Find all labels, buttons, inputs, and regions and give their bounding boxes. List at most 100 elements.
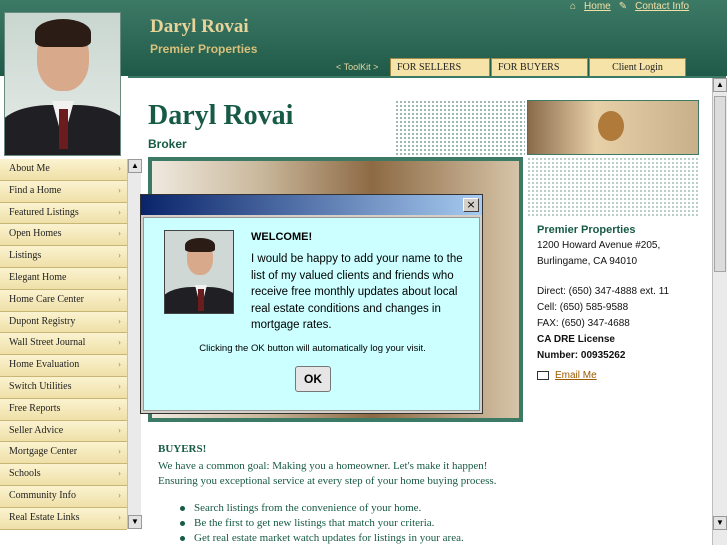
sidebar-item[interactable]: Featured Listings ›: [0, 202, 127, 225]
chevron-right-icon: ›: [118, 315, 121, 326]
scroll-up-icon[interactable]: ▲: [713, 78, 727, 92]
sidebar-nav: About Me › Find a Home › Featured Listings › O…: [0, 159, 127, 530]
sidebar-item-label: Listings: [9, 250, 42, 262]
chevron-right-icon: ›: [118, 228, 121, 239]
main-scrollbar[interactable]: ▲ ▼: [712, 78, 727, 545]
sidebar-item[interactable]: Real Estate Links ›: [0, 507, 127, 530]
sidebar-item-label: Home Evaluation: [9, 359, 80, 371]
page-title: Daryl Rovai: [148, 100, 294, 131]
buyers-heading: BUYERS!: [158, 443, 207, 455]
sidebar-item[interactable]: Elegant Home ›: [0, 267, 127, 290]
contact-fax: FAX: (650) 347-4688: [537, 318, 630, 329]
sidebar-item[interactable]: Home Care Center ›: [0, 289, 127, 312]
chevron-right-icon: ›: [118, 184, 121, 195]
ok-button[interactable]: OK: [295, 366, 331, 392]
sidebar-item[interactable]: Switch Utilities ›: [0, 376, 127, 399]
sidebar-item[interactable]: Listings ›: [0, 246, 127, 268]
dialog-body: WELCOME! I would be happy to add your na…: [143, 217, 480, 411]
header-agent-name: Daryl Rovai: [150, 16, 249, 37]
sidebar-item-label: Real Estate Links: [9, 511, 80, 523]
buyers-section: BUYERS! We have a common goal: Making yo…: [158, 442, 496, 546]
sidebar-item[interactable]: Open Homes ›: [0, 224, 127, 247]
sidebar-item[interactable]: Find a Home ›: [0, 180, 127, 203]
toolkit-link[interactable]: < ToolKit >: [336, 62, 378, 72]
dialog-note: Clicking the OK button will automaticall…: [199, 343, 426, 354]
tab-client-login[interactable]: Client Login: [589, 58, 686, 77]
sidebar-item-label: Community Info: [9, 489, 76, 501]
sidebar-item[interactable]: Schools ›: [0, 464, 127, 486]
sidebar-item-label: About Me: [9, 163, 50, 174]
close-icon[interactable]: ×: [463, 198, 479, 212]
sidebar-item[interactable]: Seller Advice ›: [0, 420, 127, 443]
sidebar-item-label: Switch Utilities: [9, 380, 72, 392]
chevron-right-icon: ›: [118, 293, 121, 304]
chevron-right-icon: ›: [118, 271, 121, 282]
scroll-down-icon[interactable]: ▼: [128, 515, 142, 529]
buyers-line1: We have a common goal: Making you a home…: [158, 460, 488, 472]
sidebar-item-label: Elegant Home: [9, 271, 67, 283]
contact-info: Premier Properties 1200 Howard Avenue #2…: [537, 222, 669, 364]
sidebar-item-label: Home Care Center: [9, 293, 84, 305]
sidebar-item[interactable]: About Me ›: [0, 159, 127, 181]
scroll-up-icon[interactable]: ▲: [128, 159, 142, 173]
chevron-right-icon: ›: [118, 511, 121, 522]
dialog-heading: WELCOME!: [251, 231, 313, 243]
agent-title: Broker: [148, 137, 187, 151]
bedroom-photo: [527, 100, 699, 155]
sidebar-item-label: Free Reports: [9, 402, 61, 414]
sidebar-item-label: Find a Home: [9, 184, 62, 196]
list-item: Get real estate market watch updates for…: [180, 531, 496, 546]
buyers-line2: Ensuring you exceptional service at ever…: [158, 475, 497, 487]
license-number: Number: 00935262: [537, 350, 626, 361]
sidebar-item-label: Wall Street Journal: [9, 337, 86, 349]
sidebar-item[interactable]: Dupont Registry ›: [0, 311, 127, 334]
welcome-dialog: × WELCOME! I would be happy to add your …: [140, 194, 483, 414]
sidebar-item-label: Schools: [9, 468, 41, 480]
top-links: ⌂ Home ✎ Contact Info: [570, 1, 689, 12]
decorative-dots: [395, 100, 525, 155]
divider-bar: [128, 76, 726, 96]
scroll-thumb[interactable]: [714, 96, 726, 272]
sidebar-item-label: Seller Advice: [9, 424, 64, 436]
contact-direct: Direct: (650) 347-4888 ext. 11: [537, 286, 670, 297]
chevron-right-icon: ›: [118, 250, 121, 261]
email-link[interactable]: Email Me: [537, 370, 597, 381]
sidebar-item[interactable]: Free Reports ›: [0, 398, 127, 421]
contact-icon: ✎: [618, 1, 628, 12]
chevron-right-icon: ›: [118, 468, 121, 479]
scroll-down-icon[interactable]: ▼: [713, 516, 727, 530]
tab-for-buyers[interactable]: FOR BUYERS: [491, 58, 588, 77]
tab-for-sellers[interactable]: FOR SELLERS: [390, 58, 490, 77]
agent-portrait: [4, 12, 121, 156]
sidebar-item[interactable]: Mortgage Center ›: [0, 442, 127, 465]
chevron-right-icon: ›: [118, 359, 121, 370]
list-item: Be the first to get new listings that ma…: [180, 516, 496, 531]
chevron-right-icon: ›: [118, 424, 121, 435]
contact-link[interactable]: Contact Info: [635, 1, 689, 12]
sidebar-item-label: Mortgage Center: [9, 446, 78, 458]
dialog-portrait: [164, 230, 234, 314]
sidebar-item[interactable]: Wall Street Journal ›: [0, 333, 127, 356]
contact-company: Premier Properties: [537, 224, 636, 236]
sidebar-scrollbar[interactable]: ▲ ▼: [127, 159, 142, 529]
envelope-icon: [537, 371, 549, 380]
chevron-right-icon: ›: [118, 163, 121, 173]
list-item: Search listings from the convenience of …: [180, 501, 496, 516]
dialog-titlebar: ×: [141, 195, 482, 215]
contact-address1: 1200 Howard Avenue #205,: [537, 240, 661, 251]
email-label[interactable]: Email Me: [555, 370, 597, 381]
sidebar-item-label: Open Homes: [9, 228, 62, 240]
sidebar-item-label: Featured Listings: [9, 206, 79, 218]
license-label: CA DRE License: [537, 334, 615, 345]
chevron-right-icon: ›: [118, 402, 121, 413]
chevron-right-icon: ›: [118, 446, 121, 457]
sidebar-item[interactable]: Home Evaluation ›: [0, 355, 127, 377]
chevron-right-icon: ›: [118, 206, 121, 217]
contact-address2: Burlingame, CA 94010: [537, 256, 638, 267]
dialog-message: I would be happy to add your name to the…: [251, 253, 463, 331]
home-link[interactable]: Home: [584, 1, 611, 12]
sidebar-item[interactable]: Community Info ›: [0, 485, 127, 508]
header-company: Premier Properties: [150, 42, 258, 56]
chevron-right-icon: ›: [118, 380, 121, 391]
home-icon: ⌂: [570, 1, 577, 12]
